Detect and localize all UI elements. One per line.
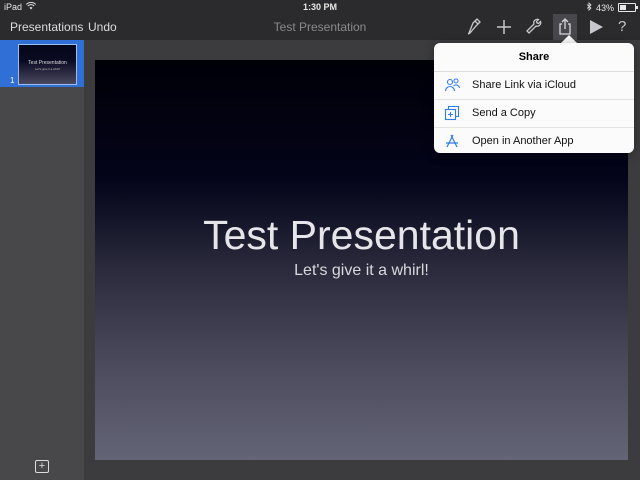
send-copy-item[interactable]: Send a Copy	[434, 100, 634, 128]
battery-icon	[618, 3, 638, 12]
add-slide-button[interactable]: +	[35, 460, 49, 473]
play-icon[interactable]	[586, 17, 606, 37]
battery-percent: 43%	[595, 2, 614, 13]
slide-thumbnail-1[interactable]: 1 Test Presentation Let's give it a whir…	[0, 40, 84, 87]
slide-thumbnail-image: Test Presentation Let's give it a whirl!	[18, 44, 77, 85]
help-icon[interactable]: ?	[618, 18, 626, 35]
slide-title[interactable]: Test Presentation	[95, 212, 628, 259]
status-time: 1:30 PM	[302, 2, 337, 12]
bluetooth-icon	[586, 2, 592, 13]
thumbnail-title: Test Presentation	[28, 60, 67, 66]
share-popover: Share Share Link via iCloud Send a Copy …	[434, 43, 634, 153]
app-store-icon	[444, 133, 460, 149]
add-icon[interactable]	[494, 17, 514, 37]
icloud-people-icon	[444, 77, 460, 93]
share-link-label: Share Link via iCloud	[472, 79, 576, 91]
undo-button[interactable]: Undo	[88, 20, 117, 34]
format-brush-icon[interactable]	[464, 17, 484, 37]
toolbar: Presentations Undo Test Presentation ?	[0, 14, 640, 40]
popover-title: Share	[434, 43, 634, 72]
presentations-button[interactable]: Presentations	[10, 20, 83, 34]
slide-navigator: 1 Test Presentation Let's give it a whir…	[0, 40, 84, 480]
thumbnail-subtitle: Let's give it a whirl!	[34, 67, 61, 71]
slide-subtitle[interactable]: Let's give it a whirl!	[95, 262, 628, 280]
status-right: 43%	[586, 2, 638, 13]
wrench-icon[interactable]	[525, 17, 545, 37]
share-link-icloud-item[interactable]: Share Link via iCloud	[434, 72, 634, 100]
status-bar: iPad 1:30 PM 43%	[0, 0, 640, 14]
open-another-app-item[interactable]: Open in Another App	[434, 128, 634, 155]
open-another-app-label: Open in Another App	[472, 135, 574, 147]
send-copy-icon	[444, 105, 460, 121]
slide-number: 1	[10, 76, 15, 85]
send-copy-label: Send a Copy	[472, 107, 536, 119]
